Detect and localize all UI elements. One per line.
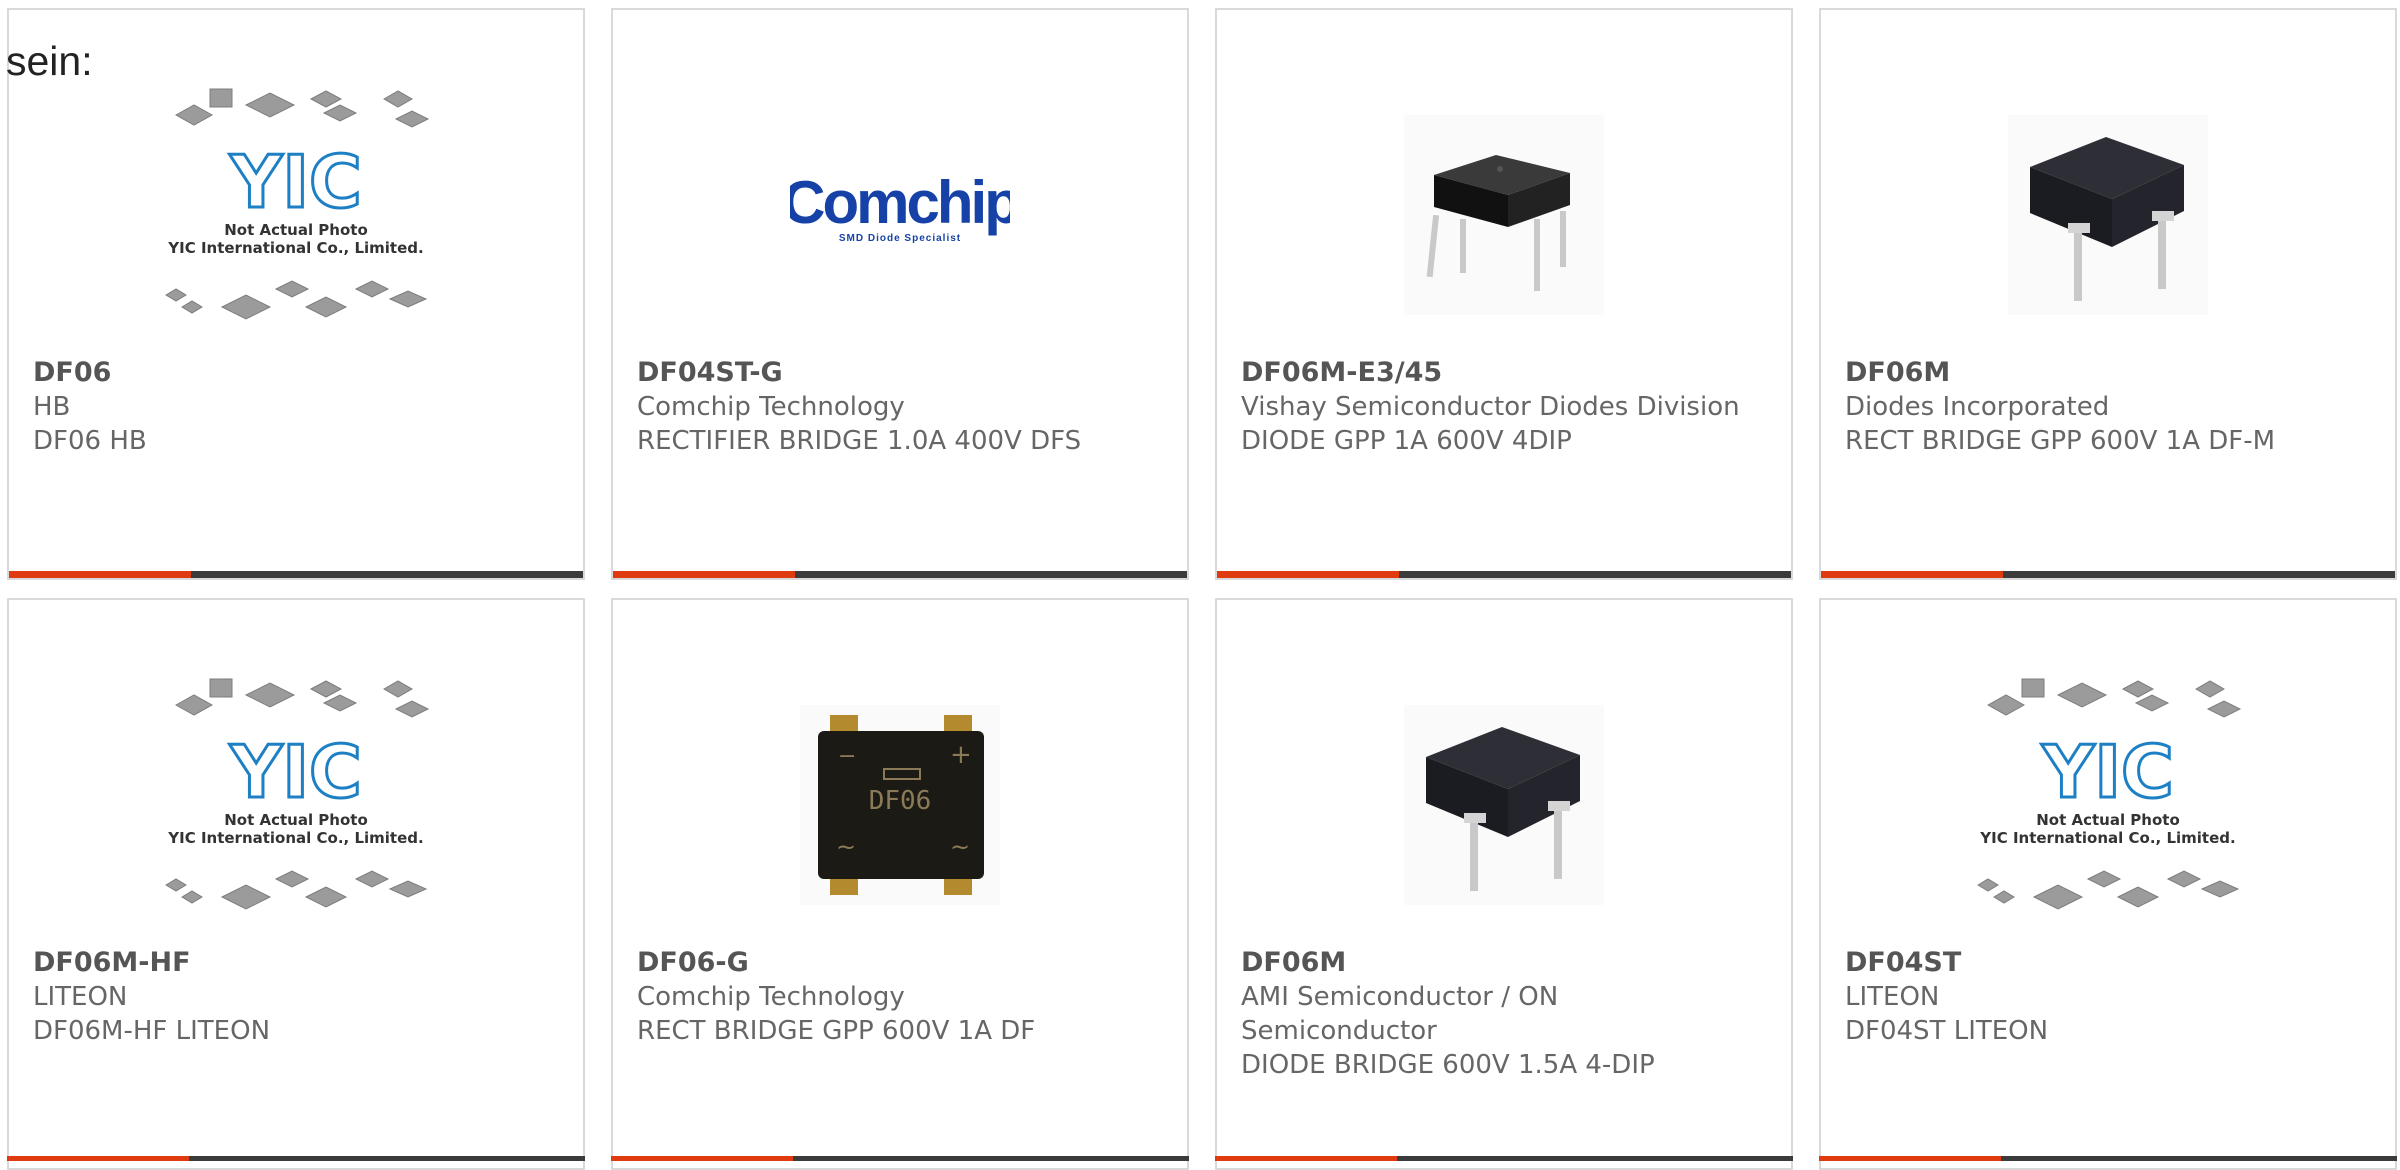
product-image-comchip-logo: Comchip SMD Diode Specialist — [613, 80, 1187, 350]
product-image-dip-large — [1821, 80, 2395, 350]
product-card[interactable]: DF06M Diodes Incorporated RECT BRIDGE GP… — [1819, 8, 2397, 580]
svg-text:+: + — [950, 740, 972, 770]
product-part-number[interactable]: DF06M-HF — [33, 946, 553, 980]
product-description: DIODE BRIDGE 600V 1.5A 4-DIP — [1241, 1050, 1655, 1080]
placeholder-caption-line2: YIC International Co., Limited. — [167, 239, 423, 257]
yic-logo: YIC — [229, 730, 362, 814]
product-part-number[interactable]: DF06M-E3/45 — [1241, 356, 1761, 390]
placeholder-caption-line1: Not Actual Photo — [224, 221, 368, 239]
product-card[interactable]: DF06M AMI Semiconductor / ON Semiconduct… — [1215, 598, 1793, 1170]
product-description: DF04ST LITEON — [1845, 1016, 2049, 1046]
product-image-df06-smd: − + DF06 ~ ~ — [613, 670, 1187, 940]
product-description: DF06M-HF LITEON — [33, 1016, 271, 1046]
product-manufacturer: AMI Semiconductor / ON Semiconductor — [1241, 982, 1559, 1046]
card-accent-bar — [1821, 571, 2395, 578]
card-accent-bar — [1819, 1156, 2397, 1161]
card-accent-bar — [1217, 571, 1791, 578]
product-manufacturer: Diodes Incorporated — [1845, 392, 2110, 422]
card-accent-bar — [7, 1156, 585, 1161]
product-manufacturer: Comchip Technology — [637, 982, 905, 1012]
product-image-dip-small — [1217, 80, 1791, 350]
placeholder-caption-line1: Not Actual Photo — [224, 811, 368, 829]
product-image-dip-large — [1217, 670, 1791, 940]
comchip-logo: Comchip — [790, 169, 1010, 236]
product-part-number[interactable]: DF06M — [1845, 356, 2365, 390]
placeholder-caption-line1: Not Actual Photo — [2036, 811, 2180, 829]
product-card[interactable]: YIC Not Actual Photo YIC International C… — [7, 8, 585, 580]
product-description: DIODE GPP 1A 600V 4DIP — [1241, 426, 1572, 456]
product-card[interactable]: DF06M-E3/45 Vishay Semiconductor Diodes … — [1215, 8, 1793, 580]
product-card[interactable]: YIC Not Actual Photo YIC International C… — [7, 598, 585, 1170]
svg-text:~: ~ — [950, 833, 970, 861]
placeholder-caption-line2: YIC International Co., Limited. — [1979, 829, 2235, 847]
product-description: RECT BRIDGE GPP 600V 1A DF — [637, 1016, 1036, 1046]
card-accent-bar — [613, 571, 1187, 578]
product-description: RECTIFIER BRIDGE 1.0A 400V DFS — [637, 426, 1082, 456]
product-image-placeholder: YIC Not Actual Photo YIC International C… — [9, 670, 583, 940]
intro-text: sein: — [6, 38, 93, 84]
product-manufacturer: Vishay Semiconductor Diodes Division — [1241, 392, 1740, 422]
product-manufacturer: HB — [33, 392, 71, 422]
product-manufacturer: Comchip Technology — [637, 392, 905, 422]
comchip-tagline: SMD Diode Specialist — [839, 233, 961, 244]
svg-text:~: ~ — [836, 833, 856, 861]
placeholder-caption-line2: YIC International Co., Limited. — [167, 829, 423, 847]
card-accent-bar — [1215, 1156, 1793, 1161]
product-part-number[interactable]: DF04ST — [1845, 946, 2365, 980]
svg-text:−: − — [838, 744, 856, 769]
product-image-placeholder: YIC Not Actual Photo YIC International C… — [9, 80, 583, 350]
product-card[interactable]: − + DF06 ~ ~ DF06-G Comchip Technology R… — [611, 598, 1189, 1170]
product-manufacturer: LITEON — [1845, 982, 1940, 1012]
card-accent-bar — [9, 571, 583, 578]
product-part-number[interactable]: DF04ST-G — [637, 356, 1157, 390]
yic-logo: YIC — [2041, 730, 2174, 814]
product-part-number[interactable]: DF06 — [33, 356, 553, 390]
product-card[interactable]: Comchip SMD Diode Specialist DF04ST-G Co… — [611, 8, 1189, 580]
chip-marking: DF06 — [869, 786, 932, 816]
product-description: DF06 HB — [33, 426, 147, 456]
product-manufacturer: LITEON — [33, 982, 128, 1012]
product-description: RECT BRIDGE GPP 600V 1A DF-M — [1845, 426, 2276, 456]
product-part-number[interactable]: DF06M — [1241, 946, 1761, 980]
product-image-placeholder: YIC Not Actual Photo YIC International C… — [1821, 670, 2395, 940]
yic-logo: YIC — [229, 140, 362, 224]
product-part-number[interactable]: DF06-G — [637, 946, 1157, 980]
product-card[interactable]: YIC Not Actual Photo YIC International C… — [1819, 598, 2397, 1170]
card-accent-bar — [611, 1156, 1189, 1161]
